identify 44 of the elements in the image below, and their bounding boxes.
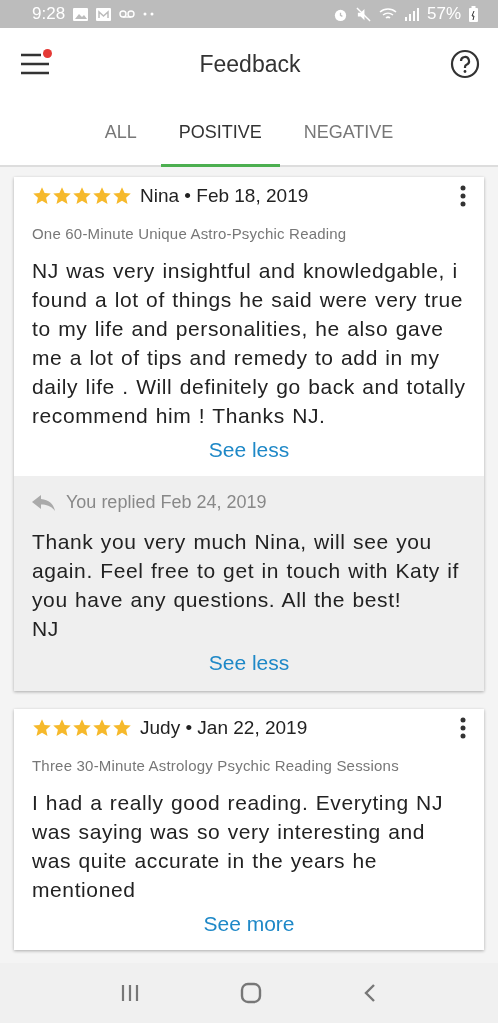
battery-percent: 57% <box>426 4 461 24</box>
voicemail-icon <box>119 10 136 18</box>
back-icon[interactable] <box>363 983 378 1003</box>
review-author-date: Nina • Feb 18, 2019 <box>140 185 310 207</box>
star-icon <box>92 186 112 206</box>
home-icon[interactable] <box>240 982 262 1004</box>
reply-date: You replied Feb 24, 2019 <box>66 492 267 513</box>
reply-icon <box>32 494 56 511</box>
screen-title: Feedback <box>198 50 302 78</box>
filter-tab[interactable]: NEGATIVE <box>285 100 412 167</box>
help-button[interactable] <box>448 47 482 81</box>
toggle-link[interactable]: See less <box>32 643 466 681</box>
review-text: I had a really good reading. Everyting NJ was saying was so very interesting and was quite accurate in the years he mentioned <box>32 790 444 903</box>
signal-icon <box>404 7 419 21</box>
more-options-icon[interactable] <box>460 717 466 739</box>
review-author-date: Judy • Jan 22, 2019 <box>140 717 309 739</box>
star-icon <box>92 718 112 738</box>
wifi-icon <box>378 7 397 21</box>
more-options-icon[interactable] <box>460 185 466 207</box>
filter-tab[interactable]: POSITIVE <box>160 100 280 167</box>
battery-icon <box>469 6 478 22</box>
star-icon <box>112 186 132 206</box>
star-icon <box>72 186 92 206</box>
reply-text: NJ <box>32 616 60 642</box>
star-icon <box>32 186 52 206</box>
product-name: Three 30-Minute Astrology Psychic Reading Sessions <box>32 757 400 774</box>
mail-icon <box>96 7 112 21</box>
product-name: One 60-Minute Unique Astro-Psychic Reading <box>32 225 348 242</box>
star-icon <box>52 186 72 206</box>
review-text: NJ was very insightful and knowledgable, i found a lot of things he said were very true to my life and personalities, he also gave me a lot of tips and remedy to add in my daily life . Will definitely go back and totally recommend him ! Thanks NJ. <box>32 258 466 429</box>
menu-icon <box>20 53 50 75</box>
image-icon <box>73 7 89 21</box>
status-time: 9:28 <box>32 4 66 24</box>
star-icon <box>32 718 52 738</box>
star-icon <box>72 718 92 738</box>
help-icon <box>450 49 480 79</box>
filter-tab[interactable]: ALL <box>86 100 155 167</box>
toggle-link[interactable]: See less <box>32 430 466 468</box>
mute-icon <box>355 6 371 22</box>
reply-text: Thank you very much Nina, will see you again. Feel free to get in touch with Katy if you have any questions. All the best! <box>32 529 461 613</box>
star-icon <box>112 718 132 738</box>
recent-apps-icon[interactable] <box>120 984 139 1002</box>
toggle-link[interactable]: See more <box>32 904 466 942</box>
star-icon <box>52 718 72 738</box>
